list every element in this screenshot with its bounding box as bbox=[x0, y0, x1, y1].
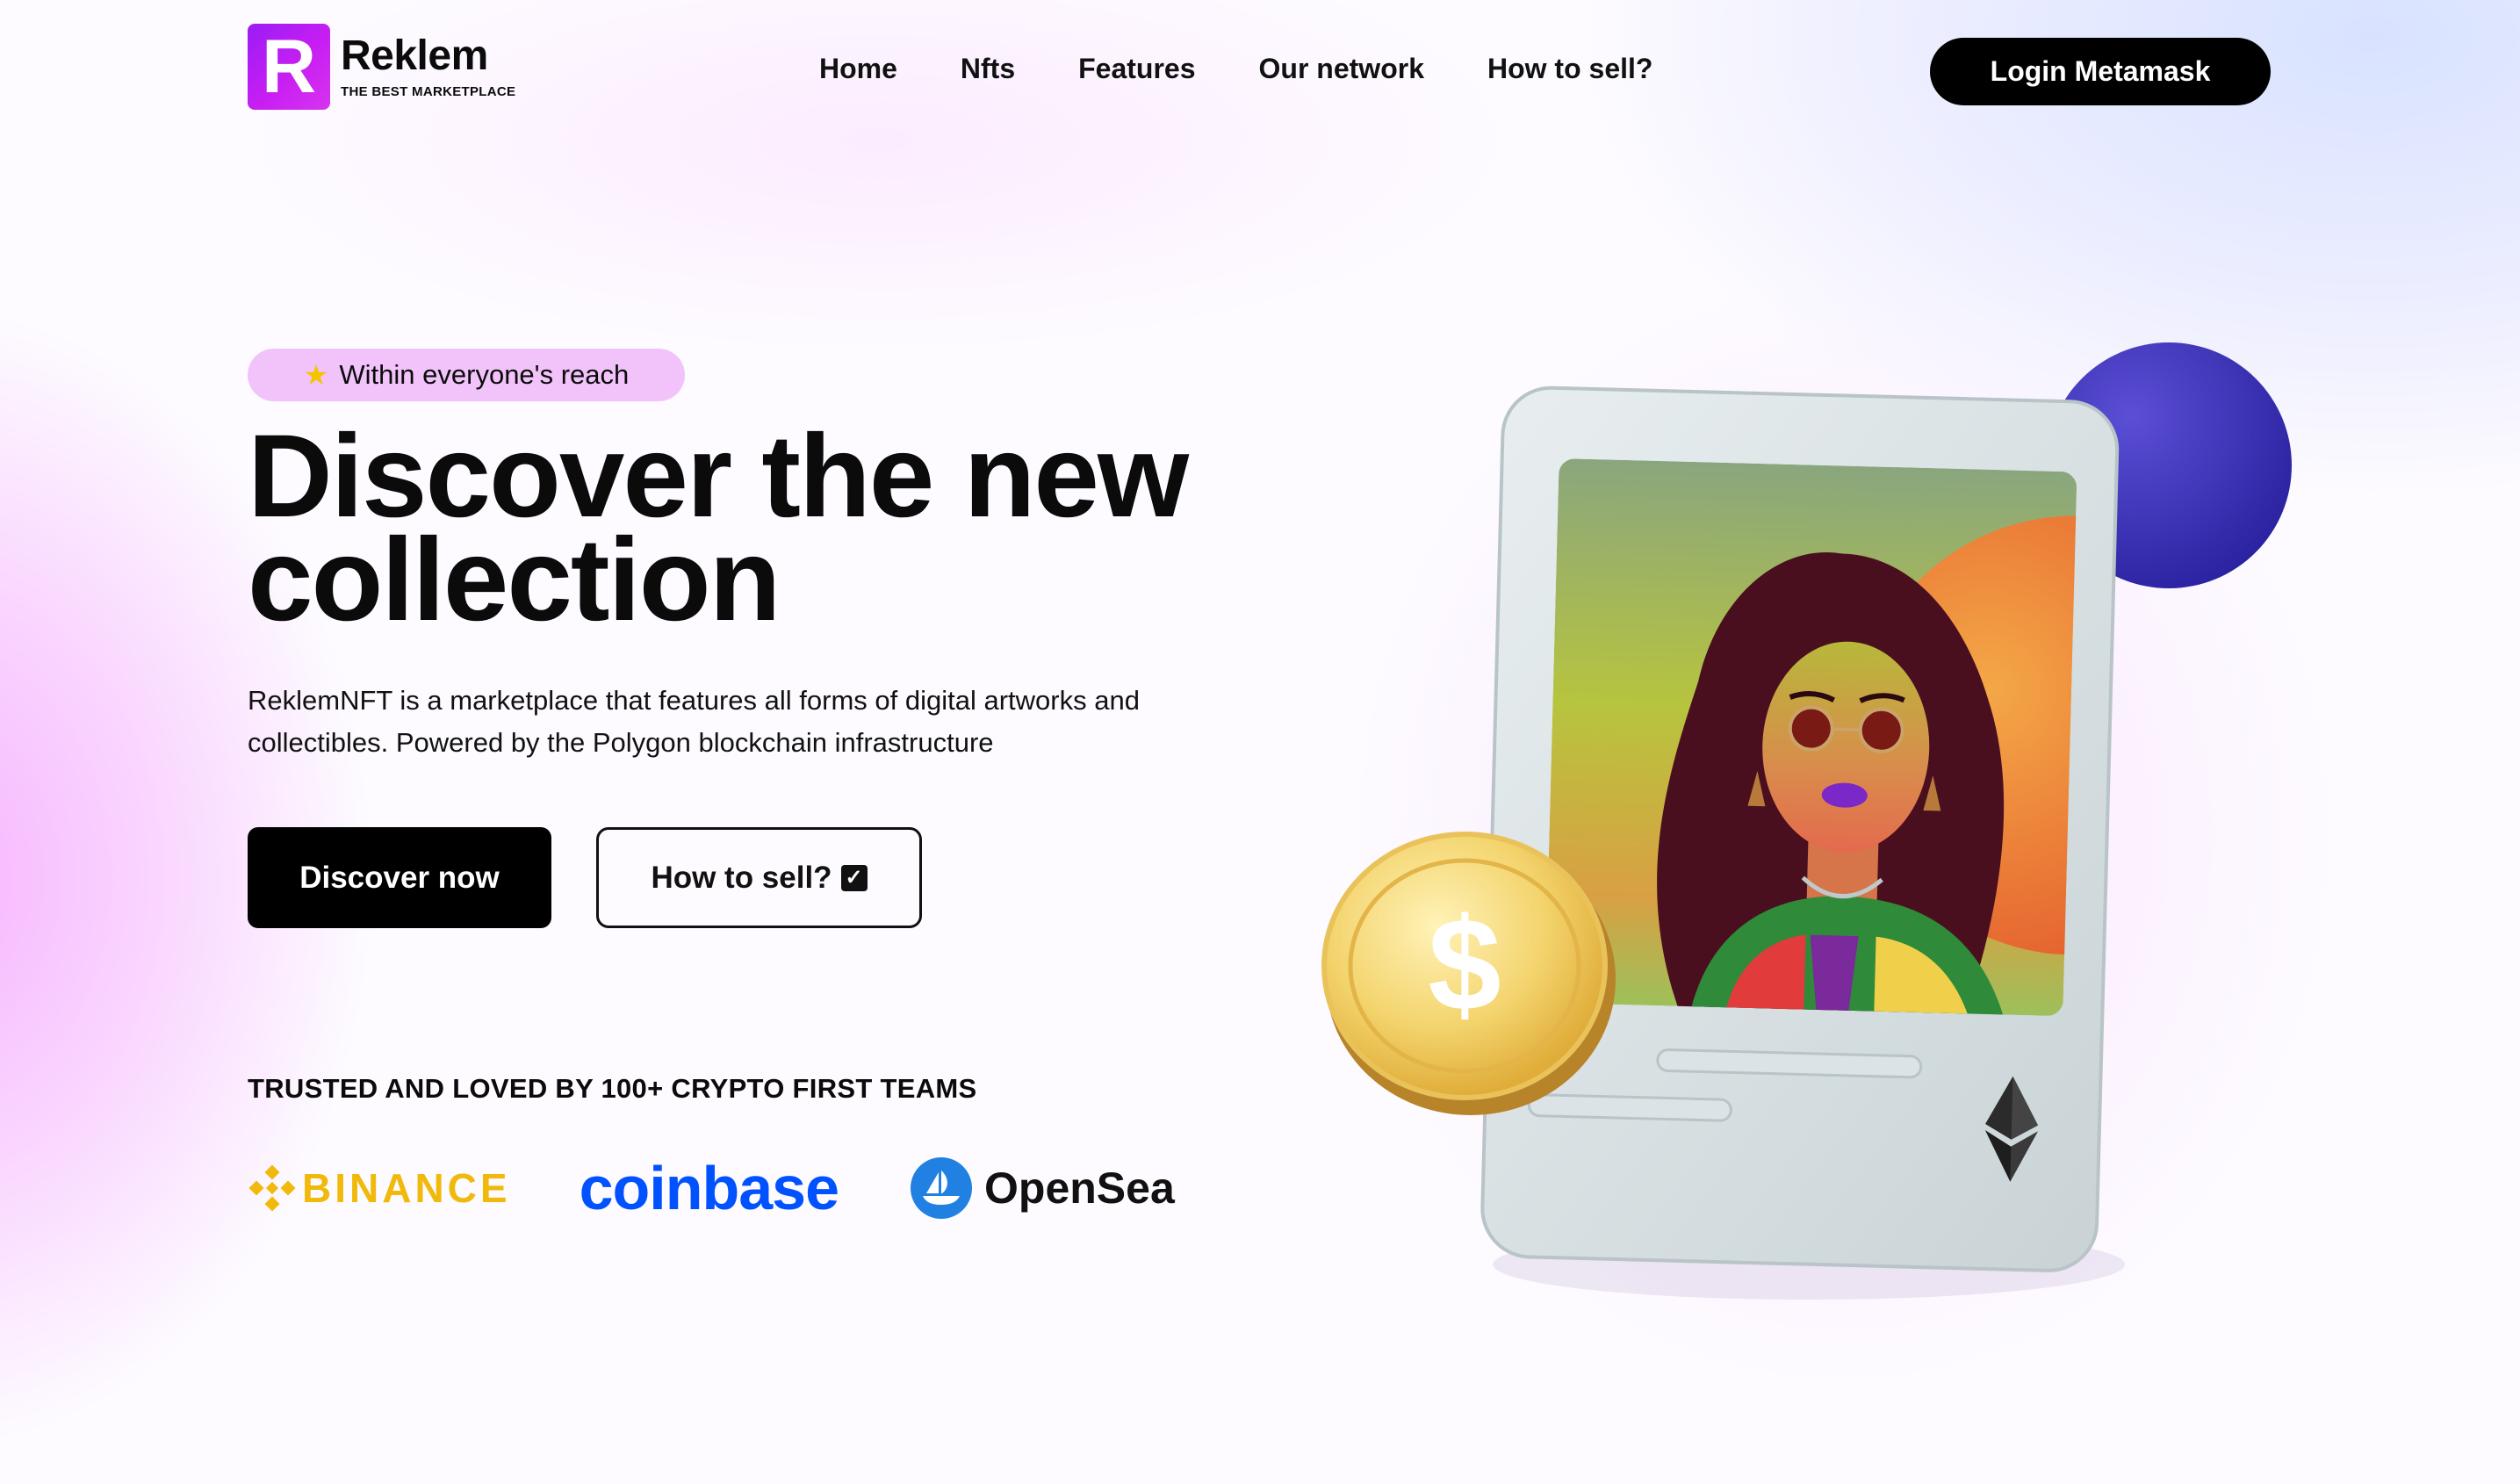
nav-our-network-link[interactable]: Our network bbox=[1259, 53, 1424, 85]
logo-text: Reklem THE BEST MARKETPLACE bbox=[341, 32, 516, 99]
opensea-logo: OpenSea bbox=[911, 1157, 1175, 1219]
nav-how-to-sell-link[interactable]: How to sell? bbox=[1487, 53, 1652, 85]
nav-features-link[interactable]: Features bbox=[1078, 53, 1195, 85]
logo-letter: R bbox=[261, 25, 317, 109]
hero-description: ReklemNFT is a marketplace that features… bbox=[248, 685, 1140, 758]
coinbase-logo: coinbase bbox=[580, 1157, 839, 1219]
login-metamask-button[interactable]: Login Metamask bbox=[1930, 38, 2271, 105]
checkbox-icon: ✓ bbox=[840, 864, 868, 891]
how-to-sell-button[interactable]: How to sell? ✓ bbox=[596, 827, 922, 928]
hero-headline-line2: collection bbox=[248, 514, 781, 645]
nav-home-link[interactable]: Home bbox=[819, 53, 897, 85]
star-icon: ★ bbox=[303, 359, 329, 391]
coin-symbol: $ bbox=[1428, 890, 1501, 1038]
hero-badge-text: Within everyone's reach bbox=[339, 359, 630, 390]
trusted-heading: TRUSTED AND LOVED BY 100+ CRYPTO FIRST T… bbox=[248, 1073, 977, 1104]
nav-nfts-link[interactable]: Nfts bbox=[961, 53, 1015, 85]
partner-logos: BINANCE coinbase OpenSea bbox=[248, 1157, 1175, 1219]
brand-tagline: THE BEST MARKETPLACE bbox=[341, 83, 516, 99]
binance-wordmark: BINANCE bbox=[302, 1165, 511, 1211]
how-to-sell-label: How to sell? bbox=[651, 860, 832, 895]
hero-illustration: $ bbox=[1321, 342, 2292, 1300]
coinbase-wordmark: coinbase bbox=[579, 1154, 839, 1222]
binance-icon bbox=[248, 1164, 296, 1212]
brand-logo[interactable]: R Reklem THE BEST MARKETPLACE bbox=[248, 24, 515, 110]
hero-badge: ★ Within everyone's reach bbox=[248, 349, 685, 401]
opensea-wordmark: OpenSea bbox=[984, 1163, 1175, 1213]
logo-mark: R bbox=[248, 24, 330, 110]
opensea-icon bbox=[911, 1157, 973, 1219]
binance-logo: BINANCE bbox=[248, 1163, 511, 1213]
main-nav: Home Nfts Features Our network How to se… bbox=[819, 53, 1652, 85]
hero-headline: Discover the new collection bbox=[248, 418, 1389, 639]
brand-name: Reklem bbox=[341, 32, 488, 79]
discover-now-button[interactable]: Discover now bbox=[248, 827, 551, 928]
